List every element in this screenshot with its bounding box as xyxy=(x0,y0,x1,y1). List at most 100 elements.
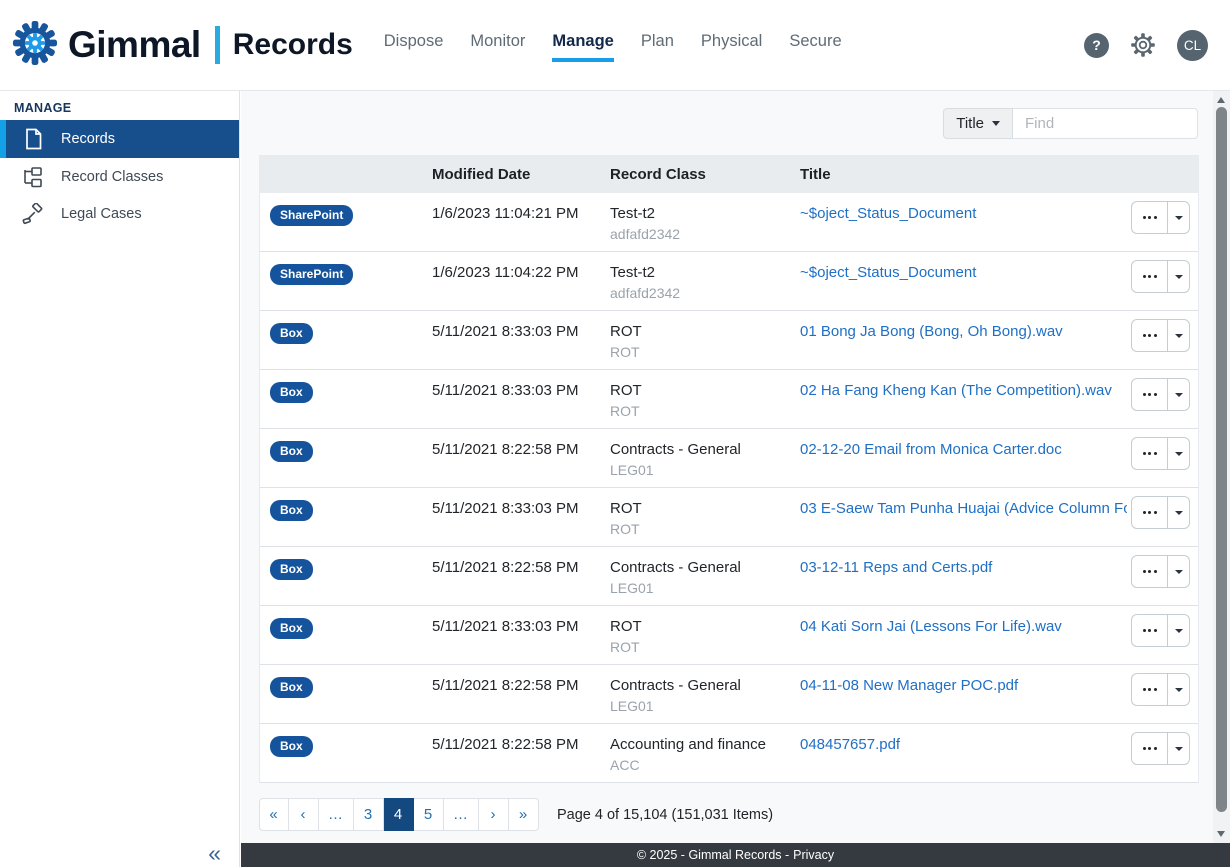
scrollbar[interactable] xyxy=(1213,91,1230,843)
source-badge: SharePoint xyxy=(270,264,353,285)
record-actions-split-button xyxy=(1131,319,1190,352)
scroll-down-icon[interactable] xyxy=(1217,831,1225,837)
record-actions-button[interactable] xyxy=(1132,202,1168,233)
record-actions-dropdown-button[interactable] xyxy=(1168,615,1189,646)
record-actions-dropdown-button[interactable] xyxy=(1168,202,1189,233)
source-badge: Box xyxy=(270,500,313,521)
records-table: Modified Date Record Class Title SharePo… xyxy=(259,155,1199,783)
nav-tab-physical[interactable]: Physical xyxy=(701,32,762,62)
record-title-link[interactable]: 02-12-20 Email from Monica Carter.doc xyxy=(800,441,1062,458)
record-actions-dropdown-button[interactable] xyxy=(1168,379,1189,410)
record-title-link[interactable]: 04-11-08 New Manager POC.pdf xyxy=(800,677,1018,694)
record-class-name: Contracts - General xyxy=(610,677,786,694)
record-title-link[interactable]: ~$oject_Status_Document xyxy=(800,205,976,222)
column-header-actions xyxy=(1127,156,1198,193)
find-input[interactable] xyxy=(1013,108,1198,139)
title-cell: 02-12-20 Email from Monica Carter.doc xyxy=(790,429,1127,487)
record-title-link[interactable]: 02 Ha Fang Kheng Kan (The Competition).w… xyxy=(800,382,1112,399)
settings-gear-icon[interactable] xyxy=(1130,32,1156,58)
filter-field-dropdown[interactable]: Title xyxy=(943,108,1013,139)
nav-tab-dispose[interactable]: Dispose xyxy=(384,32,444,62)
nav-tab-monitor[interactable]: Monitor xyxy=(470,32,525,62)
table-row: Box5/11/2021 8:33:03 PMROTROT04 Kati Sor… xyxy=(260,606,1198,665)
source-cell: Box xyxy=(260,724,422,782)
record-actions-button[interactable] xyxy=(1132,497,1168,528)
source-badge: Box xyxy=(270,618,313,639)
page-4-button[interactable]: 4 xyxy=(384,798,414,831)
pager-ellipsis-left[interactable]: … xyxy=(319,798,354,831)
record-title-link[interactable]: 01 Bong Ja Bong (Bong, Oh Bong).wav xyxy=(800,323,1063,340)
previous-page-button[interactable]: ‹ xyxy=(289,798,319,831)
help-icon[interactable]: ? xyxy=(1084,33,1109,58)
pager-ellipsis-right[interactable]: … xyxy=(444,798,479,831)
column-header-modified-date: Modified Date xyxy=(422,156,600,193)
table-row: SharePoint1/6/2023 11:04:22 PMTest-t2adf… xyxy=(260,252,1198,311)
ellipsis-dot xyxy=(1148,570,1151,573)
sidebar-collapse-icon[interactable]: « xyxy=(208,842,221,865)
ellipsis-dot xyxy=(1148,275,1151,278)
scroll-up-icon[interactable] xyxy=(1217,97,1225,103)
record-actions-dropdown-button[interactable] xyxy=(1168,733,1189,764)
record-actions-dropdown-button[interactable] xyxy=(1168,556,1189,587)
record-title-link[interactable]: 048457657.pdf xyxy=(800,736,900,753)
source-cell: Box xyxy=(260,429,422,487)
record-class-cell: Accounting and financeACC xyxy=(600,724,790,782)
actions-cell xyxy=(1127,547,1198,605)
record-actions-button[interactable] xyxy=(1132,733,1168,764)
record-actions-dropdown-button[interactable] xyxy=(1168,674,1189,705)
table-body: SharePoint1/6/2023 11:04:21 PMTest-t2adf… xyxy=(260,193,1198,783)
sidebar-item-records[interactable]: Records xyxy=(0,120,239,158)
record-class-cell: Contracts - GeneralLEG01 xyxy=(600,547,790,605)
record-actions-dropdown-button[interactable] xyxy=(1168,438,1189,469)
record-title-link[interactable]: 04 Kati Sorn Jai (Lessons For Life).wav xyxy=(800,618,1062,635)
search-toolbar: Title xyxy=(943,108,1198,139)
chevron-down-icon xyxy=(1175,688,1183,692)
record-actions-dropdown-button[interactable] xyxy=(1168,497,1189,528)
record-class-cell: ROTROT xyxy=(600,370,790,428)
nav-tab-plan[interactable]: Plan xyxy=(641,32,674,62)
record-class-name: Contracts - General xyxy=(610,559,786,576)
user-avatar[interactable]: CL xyxy=(1177,30,1208,61)
sidebar-item-legal-cases[interactable]: Legal Cases xyxy=(0,195,239,232)
record-actions-button[interactable] xyxy=(1132,438,1168,469)
source-cell: Box xyxy=(260,547,422,605)
record-actions-button[interactable] xyxy=(1132,556,1168,587)
record-actions-button[interactable] xyxy=(1132,674,1168,705)
actions-cell xyxy=(1127,606,1198,664)
scroll-thumb[interactable] xyxy=(1216,107,1227,812)
page-5-button[interactable]: 5 xyxy=(414,798,444,831)
table-row: SharePoint1/6/2023 11:04:21 PMTest-t2adf… xyxy=(260,193,1198,252)
record-actions-button[interactable] xyxy=(1132,261,1168,292)
record-actions-dropdown-button[interactable] xyxy=(1168,261,1189,292)
next-page-button[interactable]: › xyxy=(479,798,509,831)
actions-cell xyxy=(1127,252,1198,310)
nav-tab-manage[interactable]: Manage xyxy=(552,32,613,62)
column-header-title: Title xyxy=(790,156,1127,193)
record-actions-dropdown-button[interactable] xyxy=(1168,320,1189,351)
page-3-button[interactable]: 3 xyxy=(354,798,384,831)
header-actions: ? CL xyxy=(1084,30,1208,61)
record-title-link[interactable]: ~$oject_Status_Document xyxy=(800,264,976,281)
first-page-button[interactable]: « xyxy=(259,798,289,831)
record-actions-button[interactable] xyxy=(1132,379,1168,410)
nav-tab-secure[interactable]: Secure xyxy=(789,32,841,62)
privacy-link[interactable]: Privacy xyxy=(793,848,834,862)
record-title-link[interactable]: 03-12-11 Reps and Certs.pdf xyxy=(800,559,992,576)
record-class-code: adfafd2342 xyxy=(610,285,786,301)
record-title-link[interactable]: 03 E-Saew Tam Punha Huajai (Advice Colum… xyxy=(800,500,1127,517)
ellipsis-dot xyxy=(1148,216,1151,219)
record-actions-button[interactable] xyxy=(1132,615,1168,646)
record-actions-button[interactable] xyxy=(1132,320,1168,351)
last-page-button[interactable]: » xyxy=(509,798,539,831)
record-class-name: Test-t2 xyxy=(610,205,786,222)
modified-date-cell: 5/11/2021 8:33:03 PM xyxy=(422,606,600,664)
chevron-down-icon xyxy=(1175,275,1183,279)
chevron-down-icon xyxy=(1175,452,1183,456)
table-header-row: Modified Date Record Class Title xyxy=(260,156,1198,193)
ellipsis-dot xyxy=(1143,511,1146,514)
record-class-code: LEG01 xyxy=(610,462,786,478)
pagination-bar: «‹…345…›» Page 4 of 15,104 (151,031 Item… xyxy=(259,798,773,831)
modified-date-cell: 5/11/2021 8:33:03 PM xyxy=(422,311,600,369)
sidebar-item-record-classes[interactable]: Record Classes xyxy=(0,158,239,195)
table-row: Box5/11/2021 8:22:58 PMContracts - Gener… xyxy=(260,429,1198,488)
